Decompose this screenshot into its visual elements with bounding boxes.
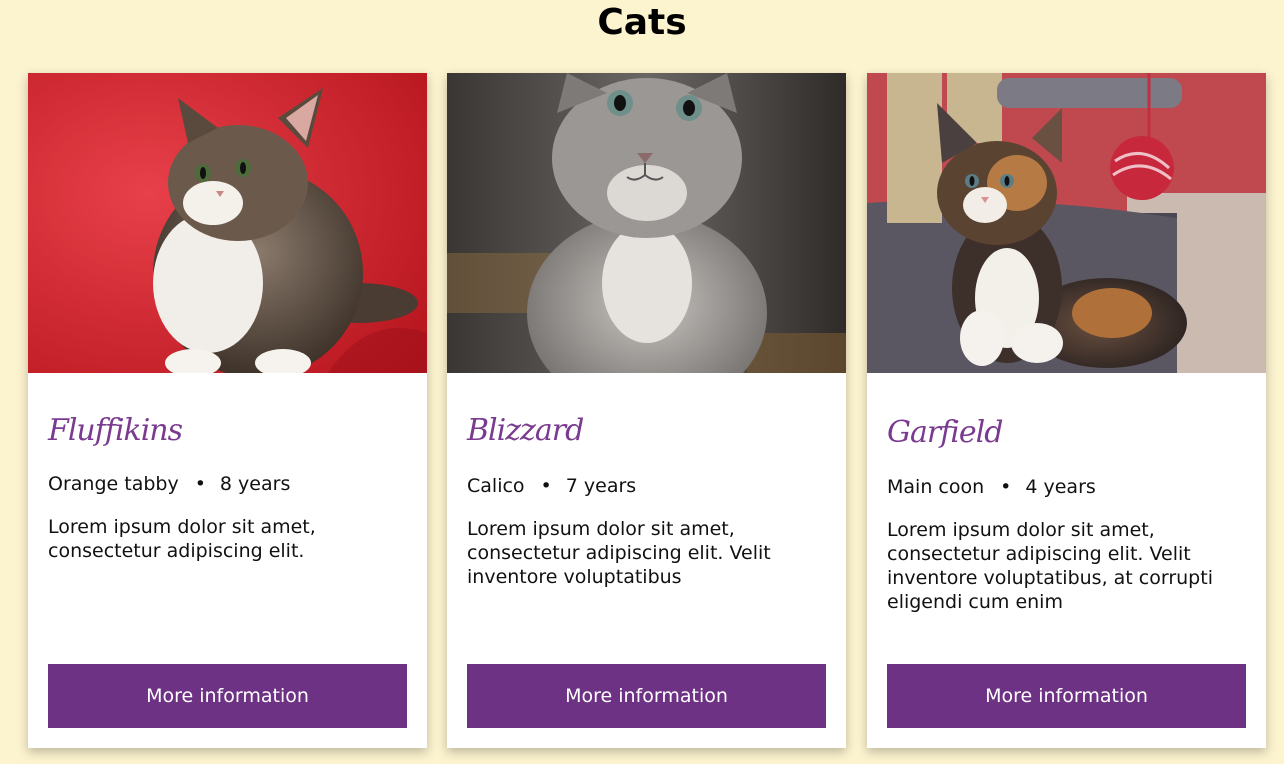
cat-card: Blizzard Calico • 7 years Lorem ipsum dolo… — [447, 73, 846, 748]
cat-breed: Main coon — [887, 476, 985, 498]
more-information-button[interactable]: More information — [887, 664, 1246, 728]
more-information-button[interactable]: More information — [48, 664, 407, 728]
cat-name: Blizzard — [467, 413, 584, 448]
cat-meta: Main coon • 4 years — [887, 474, 1096, 500]
cat-description: Lorem ipsum dolor sit amet, consectetur … — [467, 518, 771, 588]
cat-photo — [28, 73, 427, 373]
cat-photo-image — [28, 73, 427, 373]
cat-photo — [447, 73, 846, 373]
cat-name: Garfield — [887, 415, 1003, 450]
cat-age: 7 years — [565, 475, 637, 497]
cat-description: Lorem ipsum dolor sit amet, consectetur … — [887, 519, 1213, 613]
cat-photo — [867, 73, 1266, 373]
cat-breed: Calico — [467, 475, 525, 497]
meta-separator: • — [1000, 476, 1012, 498]
cat-description: Lorem ipsum dolor sit amet, consectetur … — [48, 516, 316, 562]
cat-meta: Calico • 7 years — [467, 473, 636, 499]
cat-age: 4 years — [1025, 476, 1096, 498]
cat-photo-image — [867, 73, 1266, 373]
cat-breed: Orange tabby — [48, 473, 179, 495]
cat-photo-image — [447, 73, 846, 373]
cat-meta: Orange tabby • 8 years — [48, 471, 290, 497]
cat-name: Fluffikins — [48, 413, 183, 448]
meta-separator: • — [194, 473, 206, 495]
page-title: Cats — [597, 2, 687, 43]
meta-separator: • — [540, 475, 552, 497]
cat-card: Fluffikins Orange tabby • 8 years Lorem ip… — [28, 73, 427, 748]
more-information-button[interactable]: More information — [467, 664, 826, 728]
cat-card: Garfield Main coon • 4 years Lorem ipsum d… — [867, 73, 1266, 748]
cat-age: 8 years — [219, 473, 291, 495]
